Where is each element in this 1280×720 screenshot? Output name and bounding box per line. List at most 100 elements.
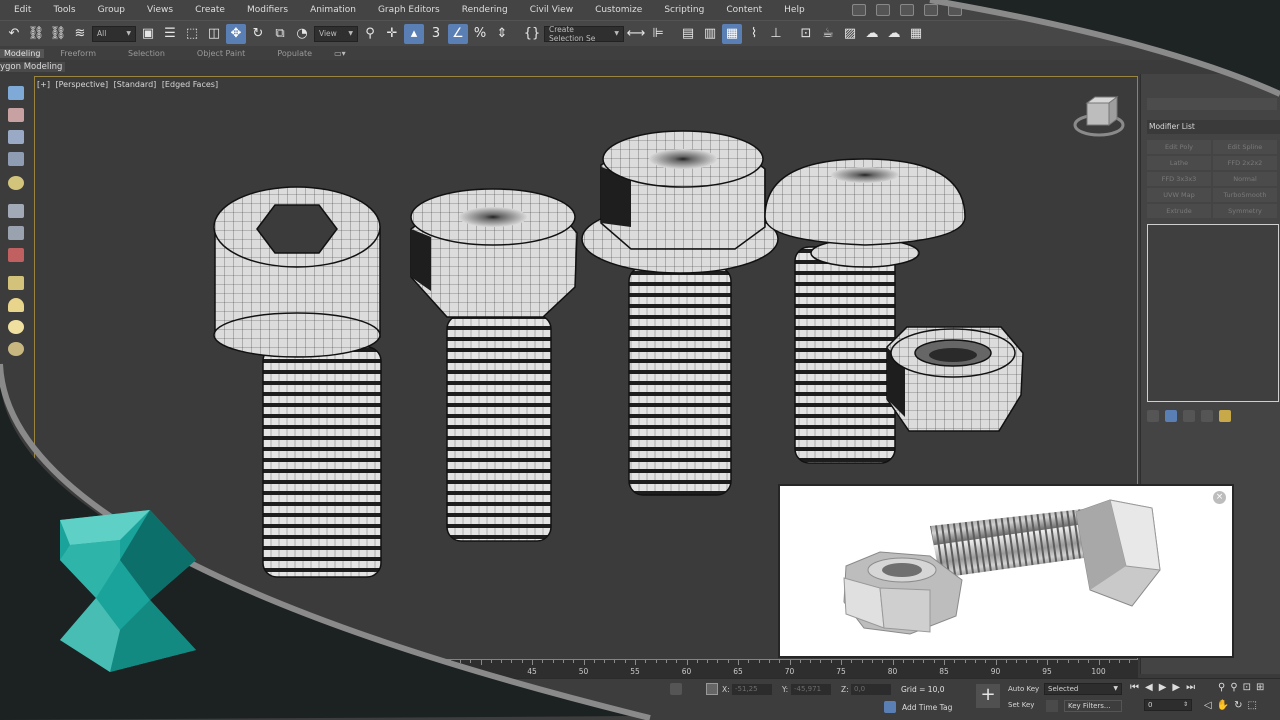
place-icon[interactable]: ◔ — [292, 24, 312, 44]
z-coordinate-field[interactable]: 0,0 — [851, 684, 891, 695]
menu-create[interactable]: Create — [182, 5, 234, 15]
undo-icon[interactable]: ↶ — [4, 24, 24, 44]
reference-coord-dropdown[interactable]: View ▼ — [314, 25, 358, 42]
link-icon[interactable]: ⛓ — [26, 24, 46, 44]
pin-stack-icon[interactable] — [1147, 410, 1159, 422]
snaps-toggle-icon[interactable]: 3 — [426, 24, 446, 44]
edit-named-selection-icon[interactable]: {} — [522, 24, 542, 44]
field-of-view-icon[interactable]: ◁ — [1204, 700, 1212, 711]
hex-head-bolt[interactable] — [410, 188, 578, 542]
remove-modifier-icon[interactable] — [1201, 410, 1213, 422]
track-bar[interactable]: 45 50 55 60 65 70 75 80 85 90 95 100 — [34, 660, 1138, 678]
modifier-stack[interactable] — [1147, 224, 1279, 402]
flange-bolt[interactable] — [581, 130, 779, 496]
close-icon[interactable]: × — [1213, 491, 1226, 504]
menu-views[interactable]: Views — [134, 5, 182, 15]
teapot-icon[interactable] — [8, 86, 24, 100]
ribbon-options-icon[interactable]: ▭▾ — [334, 49, 346, 58]
plane-icon[interactable] — [8, 276, 24, 290]
x-coordinate-field[interactable]: -51,25 — [732, 684, 772, 695]
unlink-icon[interactable]: ⛓ — [48, 24, 68, 44]
zoom-extents-icon[interactable]: ⊡ — [1243, 682, 1251, 693]
current-frame-field[interactable]: 0 ⇕ — [1144, 699, 1192, 711]
create-box-icon[interactable] — [8, 108, 24, 122]
percent-snap-icon[interactable]: % — [470, 24, 490, 44]
schematic-view-icon[interactable]: ⊥ — [766, 24, 786, 44]
toggle-ribbon-icon[interactable]: ▦ — [722, 23, 742, 44]
modifier-list-dropdown[interactable]: Modifier List — [1147, 120, 1280, 134]
sphere-icon[interactable] — [8, 320, 24, 334]
maximize-viewport-icon[interactable]: ⬚ — [1248, 700, 1257, 711]
modifier-button[interactable]: Symmetry — [1213, 204, 1277, 218]
render-setup-icon[interactable]: ☕ — [818, 24, 838, 44]
move-icon[interactable]: ✥ — [226, 23, 246, 44]
grid-icon[interactable] — [8, 152, 24, 166]
tab-freeform[interactable]: Freeform — [44, 49, 112, 58]
modifier-button[interactable]: Extrude — [1147, 204, 1211, 218]
make-unique-icon[interactable] — [1183, 410, 1195, 422]
configure-sets-icon[interactable] — [1219, 410, 1231, 422]
menu-customize[interactable]: Customize — [582, 5, 651, 15]
menu-scripting[interactable]: Scripting — [651, 5, 713, 15]
previous-frame-icon[interactable]: ◀ — [1145, 682, 1153, 693]
add-time-tag[interactable]: Add Time Tag — [902, 703, 952, 712]
menu-modifiers[interactable]: Modifiers — [234, 5, 297, 15]
tab-object-paint[interactable]: Object Paint — [181, 49, 261, 58]
render-production-icon[interactable]: ☁ — [862, 24, 882, 44]
quick-icon-1[interactable] — [851, 4, 866, 16]
tab-modeling[interactable]: Modeling — [0, 48, 45, 58]
helper-icon[interactable] — [8, 204, 24, 218]
keyboard-shortcut-override-icon[interactable]: ▴ — [404, 23, 424, 44]
window-crossing-icon[interactable]: ◫ — [204, 24, 224, 44]
mirror-icon[interactable]: ⟷ — [626, 24, 646, 44]
modifier-button[interactable]: FFD 3x3x3 — [1147, 172, 1211, 186]
modifier-button[interactable]: UVW Map — [1147, 188, 1211, 202]
zoom-all-icon[interactable]: ⚲ — [1230, 682, 1237, 693]
set-key-big-icon[interactable]: + — [976, 684, 1000, 708]
list-icon[interactable] — [8, 130, 24, 144]
quick-icon-3[interactable] — [899, 4, 914, 16]
menu-group[interactable]: Group — [85, 5, 134, 15]
time-tag-icon[interactable] — [884, 701, 896, 713]
bind-spacewarp-icon[interactable]: ≋ — [70, 24, 90, 44]
go-to-end-icon[interactable]: ⏭ — [1186, 682, 1195, 693]
render-iterative-icon[interactable]: ☁ — [884, 24, 904, 44]
spinner-snap-icon[interactable]: ⇕ — [492, 24, 512, 44]
key-filters-button[interactable]: Key Filters... — [1064, 700, 1122, 712]
pan-icon[interactable]: ✋ — [1217, 700, 1229, 711]
modifier-button[interactable]: Lathe — [1147, 156, 1211, 170]
key-mode-icon[interactable] — [1046, 700, 1058, 712]
align-icon[interactable]: ⊫ — [648, 24, 668, 44]
hex-nut[interactable] — [886, 326, 1024, 432]
select-object-icon[interactable]: ▣ — [138, 24, 158, 44]
modifier-button[interactable]: TurboSmooth — [1213, 188, 1277, 202]
rect-selection-icon[interactable]: ⬚ — [182, 24, 202, 44]
play-icon[interactable]: ▶ — [1159, 682, 1167, 693]
show-end-result-icon[interactable] — [1165, 410, 1177, 422]
spacewarp-icon[interactable] — [8, 226, 24, 240]
hemisphere-icon[interactable] — [8, 298, 24, 312]
rotate-icon[interactable]: ↻ — [248, 24, 268, 44]
tab-selection[interactable]: Selection — [112, 49, 181, 58]
auto-key-button[interactable]: Auto Key — [1005, 684, 1043, 696]
menu-civil-view[interactable]: Civil View — [517, 5, 582, 15]
go-to-start-icon[interactable]: ⏮ — [1130, 682, 1139, 693]
zoom-extents-all-icon[interactable]: ⊞ — [1256, 682, 1264, 693]
key-mode-dropdown[interactable]: Selected ▼ — [1044, 683, 1122, 695]
rendered-frame-icon[interactable]: ▨ — [840, 24, 860, 44]
named-selection-dropdown[interactable]: Create Selection Se ▼ — [544, 25, 624, 43]
y-coordinate-field[interactable]: -45,971 — [791, 684, 831, 695]
zoom-icon[interactable]: ⚲ — [1218, 682, 1225, 693]
set-key-button[interactable]: Set Key — [1005, 700, 1038, 712]
next-frame-icon[interactable]: ▶ — [1172, 682, 1180, 693]
select-by-name-icon[interactable]: ☰ — [160, 24, 180, 44]
render-online-icon[interactable]: ▦ — [906, 24, 926, 44]
orbit-icon[interactable]: ↻ — [1234, 700, 1242, 711]
angle-snap-icon[interactable]: ∠ — [448, 23, 468, 44]
modifier-button[interactable]: Edit Spline — [1213, 140, 1277, 154]
quick-icon-5[interactable] — [947, 4, 962, 16]
menu-content[interactable]: Content — [713, 5, 771, 15]
menu-edit[interactable]: Edit — [0, 5, 40, 15]
absolute-mode-icon[interactable] — [706, 683, 718, 695]
layer-explorer-icon[interactable]: ▥ — [700, 24, 720, 44]
